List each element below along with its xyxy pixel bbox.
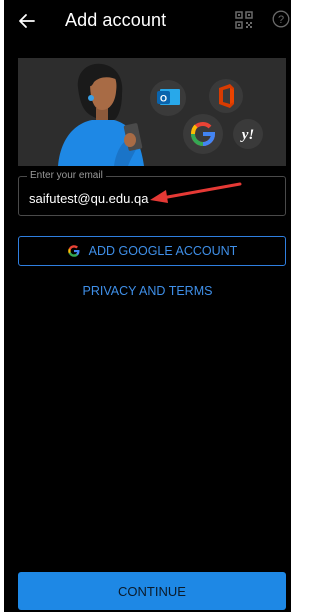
office-logo <box>209 79 243 113</box>
email-field-value[interactable]: saifutest@qu.edu.qa <box>29 191 148 207</box>
qr-code-icon <box>235 11 253 29</box>
email-field-label: Enter your email <box>27 170 106 182</box>
svg-text:?: ? <box>278 14 284 26</box>
svg-text:O: O <box>160 94 167 104</box>
app-bar: Add account ? <box>4 0 291 44</box>
continue-label: CONTINUE <box>118 583 186 599</box>
app-screen: Add account ? O y! Enter your email saif… <box>4 0 291 612</box>
yahoo-logo: y! <box>233 119 263 149</box>
yahoo-logo-text: y! <box>240 127 255 143</box>
hero-illustration: O y! <box>18 58 286 166</box>
google-logo <box>183 114 223 154</box>
qr-code-button[interactable] <box>234 10 254 30</box>
annotation-arrow <box>150 182 242 203</box>
arrow-left-icon <box>19 14 35 28</box>
google-icon <box>67 244 81 258</box>
outlook-logo: O <box>150 80 186 116</box>
help-button[interactable]: ? <box>272 10 290 28</box>
add-google-account-label: ADD GOOGLE ACCOUNT <box>88 244 238 258</box>
add-google-account-button[interactable]: ADD GOOGLE ACCOUNT <box>18 236 286 266</box>
woman-illustration <box>58 63 144 166</box>
continue-button[interactable]: CONTINUE <box>18 572 286 610</box>
page-title: Add account <box>65 10 167 30</box>
help-circle-icon: ? <box>272 10 290 28</box>
privacy-and-terms-link[interactable]: PRIVACY AND TERMS <box>4 284 291 298</box>
back-button[interactable] <box>14 8 40 34</box>
